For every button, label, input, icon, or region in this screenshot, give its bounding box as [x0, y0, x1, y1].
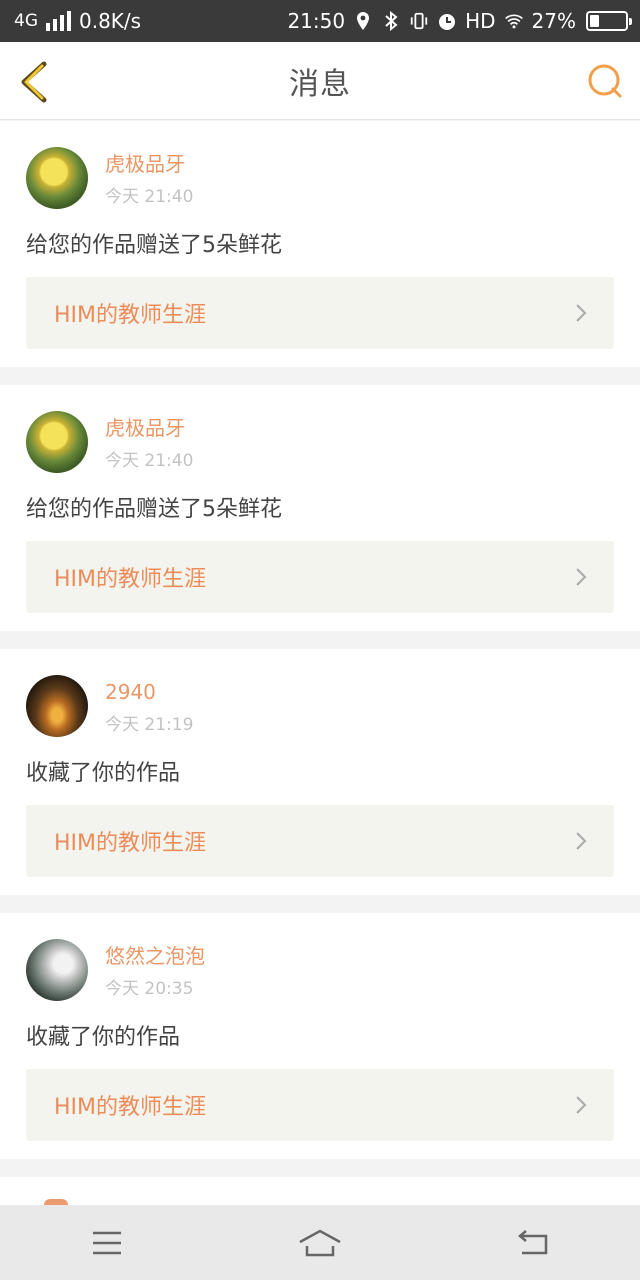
page-title: 消息 [289, 66, 351, 102]
network-type: 4G [14, 11, 38, 31]
home-button[interactable] [290, 1223, 350, 1263]
avatar[interactable] [26, 147, 88, 209]
search-icon [588, 64, 622, 98]
bluetooth-icon [381, 11, 401, 31]
message-text: 收藏了你的作品 [26, 761, 181, 786]
back-nav-button[interactable] [503, 1223, 563, 1263]
work-title: HIM的教师生涯 [54, 1095, 207, 1120]
work-link[interactable]: HIM的教师生涯 [26, 1069, 614, 1141]
search-button[interactable] [586, 62, 624, 100]
message-card: 悠然之泡泡 今天 20:35 收藏了你的作品 HIM的教师生涯 [0, 913, 640, 1159]
work-link[interactable]: HIM的教师生涯 [26, 805, 614, 877]
message-card: 虎极品牙 今天 21:40 给您的作品赠送了5朵鲜花 HIM的教师生涯 [0, 121, 640, 367]
back-button[interactable] [14, 58, 54, 106]
avatar[interactable] [26, 939, 88, 1001]
avatar[interactable] [26, 411, 88, 473]
chevron-right-icon [576, 304, 587, 322]
work-link[interactable]: HIM的教师生涯 [26, 277, 614, 349]
message-card: 2940 今天 21:19 收藏了你的作品 HIM的教师生涯 [0, 649, 640, 895]
avatar[interactable] [26, 675, 88, 737]
username[interactable]: 虎极品牙 [105, 151, 193, 177]
back-icon [518, 1229, 548, 1254]
battery-icon [586, 11, 632, 31]
username[interactable]: 2940 [105, 679, 193, 705]
chevron-right-icon [576, 568, 587, 586]
signal-icon [46, 11, 71, 31]
hd-indicator: HD [465, 9, 496, 33]
location-icon [353, 11, 373, 31]
wifi-icon [504, 11, 524, 31]
battery-percent: 27% [531, 9, 576, 33]
network-speed: 0.8K/s [79, 9, 142, 33]
battery-fill [590, 15, 600, 27]
status-bar: 4G 0.8K/s 21:50 HD 27% [0, 0, 640, 42]
alarm-icon [437, 11, 457, 31]
work-title: HIM的教师生涯 [54, 831, 207, 856]
chevron-right-icon [576, 1096, 587, 1114]
message-text: 收藏了你的作品 [26, 1025, 181, 1050]
menu-button[interactable] [77, 1223, 137, 1263]
work-title: HIM的教师生涯 [54, 303, 207, 328]
timestamp: 今天 21:40 [105, 187, 194, 207]
timestamp: 今天 21:19 [105, 715, 194, 735]
work-title: HIM的教师生涯 [54, 567, 207, 592]
timestamp: 今天 20:35 [105, 979, 194, 999]
home-icon [299, 1229, 341, 1256]
system-nav-bar [0, 1205, 640, 1280]
username[interactable]: 悠然之泡泡 [105, 943, 205, 969]
message-card: 虎极品牙 今天 21:40 给您的作品赠送了5朵鲜花 HIM的教师生涯 [0, 385, 640, 631]
timestamp: 今天 21:40 [105, 451, 194, 471]
message-text: 给您的作品赠送了5朵鲜花 [26, 497, 282, 522]
work-link[interactable]: HIM的教师生涯 [26, 541, 614, 613]
chevron-left-icon [21, 61, 47, 103]
message-list: 虎极品牙 今天 21:40 给您的作品赠送了5朵鲜花 HIM的教师生涯 虎极品牙… [0, 121, 640, 1217]
chevron-right-icon [576, 832, 587, 850]
vibrate-icon [409, 11, 429, 31]
app-header: 消息 [0, 42, 640, 120]
clock: 21:50 [287, 9, 346, 33]
menu-icon [92, 1231, 121, 1254]
username[interactable]: 虎极品牙 [105, 415, 193, 441]
message-text: 给您的作品赠送了5朵鲜花 [26, 233, 282, 258]
